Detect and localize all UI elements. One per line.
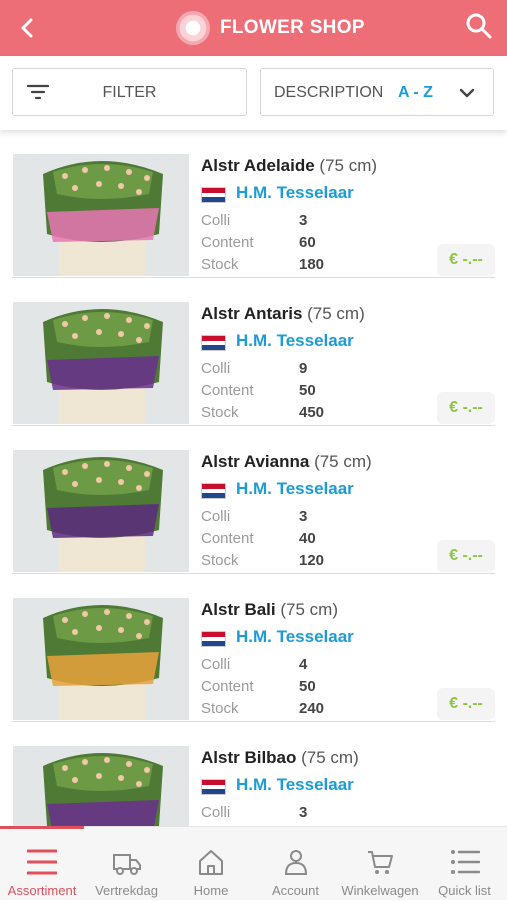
chevron-down-icon <box>459 88 475 98</box>
grower-link[interactable]: H.M. Tesselaar <box>236 331 354 351</box>
bottom-tab-bar: Assortiment Vertrekdag Home Account Winkelwa… <box>0 826 507 900</box>
tab-winkelwagen[interactable]: Winkelwagen <box>338 827 422 901</box>
product-image[interactable] <box>13 154 189 276</box>
truck-icon <box>112 854 141 875</box>
product-image[interactable] <box>13 450 189 572</box>
tab-quick-list[interactable]: Quick list <box>423 827 507 901</box>
colli-value: 3 <box>299 804 308 821</box>
stock-label: Stock <box>201 256 239 273</box>
colli-label: Colli <box>201 212 231 229</box>
menu-icon <box>27 849 57 875</box>
content-label: Content <box>201 530 254 547</box>
price-button[interactable]: € -.-- <box>437 392 495 424</box>
flower-logo-icon <box>176 11 210 45</box>
grower-link[interactable]: H.M. Tesselaar <box>236 775 354 795</box>
stock-value: 450 <box>299 404 325 421</box>
grower-link[interactable]: H.M. Tesselaar <box>236 479 354 499</box>
colli-value: 3 <box>299 212 308 229</box>
tab-account[interactable]: Account <box>254 827 338 901</box>
cart-icon <box>368 851 393 874</box>
colli-value: 4 <box>299 656 308 673</box>
content-value: 60 <box>299 234 316 251</box>
active-tab-indicator <box>0 826 84 829</box>
product-name: Alstr Antaris (75 cm) <box>201 304 365 323</box>
product-name: Alstr Avianna (75 cm) <box>201 452 372 471</box>
stock-label: Stock <box>201 404 239 421</box>
search-button[interactable] <box>465 12 493 40</box>
flower-bouquet-image <box>13 154 189 276</box>
app-logo: FLOWER SHOP <box>176 10 365 46</box>
tab-label: Account <box>272 883 319 898</box>
tab-label: Vertrekdag <box>95 883 158 898</box>
colli-label: Colli <box>201 508 231 525</box>
sort-order-value: A - Z <box>398 84 433 101</box>
product-list: Alstr Adelaide (75 cm) H.M. Tesselaar Co… <box>0 130 507 826</box>
colli-label: Colli <box>201 804 231 821</box>
netherlands-flag-icon <box>201 631 226 647</box>
product-row[interactable]: Alstr Bilbao (75 cm) H.M. Tesselaar Coll… <box>0 722 507 826</box>
product-row[interactable]: Alstr Bali (75 cm) H.M. Tesselaar Colli … <box>0 574 507 722</box>
tab-label: Assortiment <box>7 883 77 898</box>
tab-label: Winkelwagen <box>341 883 419 898</box>
netherlands-flag-icon <box>201 335 226 351</box>
colli-label: Colli <box>201 360 231 377</box>
price-button[interactable]: € -.-- <box>437 540 495 572</box>
flower-bouquet-image <box>13 746 189 826</box>
tab-vertrekdag[interactable]: Vertrekdag <box>85 827 169 901</box>
search-icon <box>466 13 492 39</box>
tab-label: Quick list <box>438 883 491 898</box>
home-icon <box>199 850 223 875</box>
stock-label: Stock <box>201 552 239 569</box>
flower-bouquet-image <box>13 598 189 720</box>
product-name: Alstr Adelaide (75 cm) <box>201 156 378 175</box>
app-title: FLOWER SHOP <box>220 17 365 38</box>
stock-value: 120 <box>299 552 325 569</box>
content-label: Content <box>201 234 254 251</box>
price-button[interactable]: € -.-- <box>437 688 495 720</box>
content-label: Content <box>201 382 254 399</box>
product-image[interactable] <box>13 746 189 826</box>
sort-dropdown[interactable]: DESCRIPTION A - Z <box>260 68 494 116</box>
product-name: Alstr Bilbao (75 cm) <box>201 748 359 767</box>
flower-bouquet-image <box>13 450 189 572</box>
filter-label: FILTER <box>102 84 157 101</box>
list-toolbar: FILTER DESCRIPTION A - Z <box>0 56 507 130</box>
filter-button[interactable]: FILTER <box>12 68 247 116</box>
sort-field-label: DESCRIPTION <box>274 84 384 101</box>
app-header: FLOWER SHOP <box>0 0 507 56</box>
tab-home[interactable]: Home <box>169 827 253 901</box>
product-image[interactable] <box>13 302 189 424</box>
netherlands-flag-icon <box>201 779 226 795</box>
product-row[interactable]: Alstr Antaris (75 cm) H.M. Tesselaar Col… <box>0 278 507 426</box>
colli-value: 9 <box>299 360 308 377</box>
price-button[interactable]: € -.-- <box>437 244 495 276</box>
netherlands-flag-icon <box>201 483 226 499</box>
product-name: Alstr Bali (75 cm) <box>201 600 338 619</box>
grower-link[interactable]: H.M. Tesselaar <box>236 183 354 203</box>
product-row[interactable]: Alstr Adelaide (75 cm) H.M. Tesselaar Co… <box>0 130 507 278</box>
stock-label: Stock <box>201 700 239 717</box>
product-row[interactable]: Alstr Avianna (75 cm) H.M. Tesselaar Col… <box>0 426 507 574</box>
user-icon <box>284 850 307 875</box>
colli-value: 3 <box>299 508 308 525</box>
flower-bouquet-image <box>13 302 189 424</box>
content-value: 50 <box>299 678 316 695</box>
tab-label: Home <box>193 883 229 898</box>
colli-label: Colli <box>201 656 231 673</box>
content-value: 50 <box>299 382 316 399</box>
list-icon <box>450 850 480 874</box>
netherlands-flag-icon <box>201 187 226 203</box>
stock-value: 180 <box>299 256 325 273</box>
back-button[interactable] <box>14 14 42 42</box>
grower-link[interactable]: H.M. Tesselaar <box>236 627 354 647</box>
content-label: Content <box>201 678 254 695</box>
tab-assortiment[interactable]: Assortiment <box>0 826 84 901</box>
product-image[interactable] <box>13 598 189 720</box>
content-value: 40 <box>299 530 316 547</box>
stock-value: 240 <box>299 700 325 717</box>
chevron-left-icon <box>21 18 33 38</box>
